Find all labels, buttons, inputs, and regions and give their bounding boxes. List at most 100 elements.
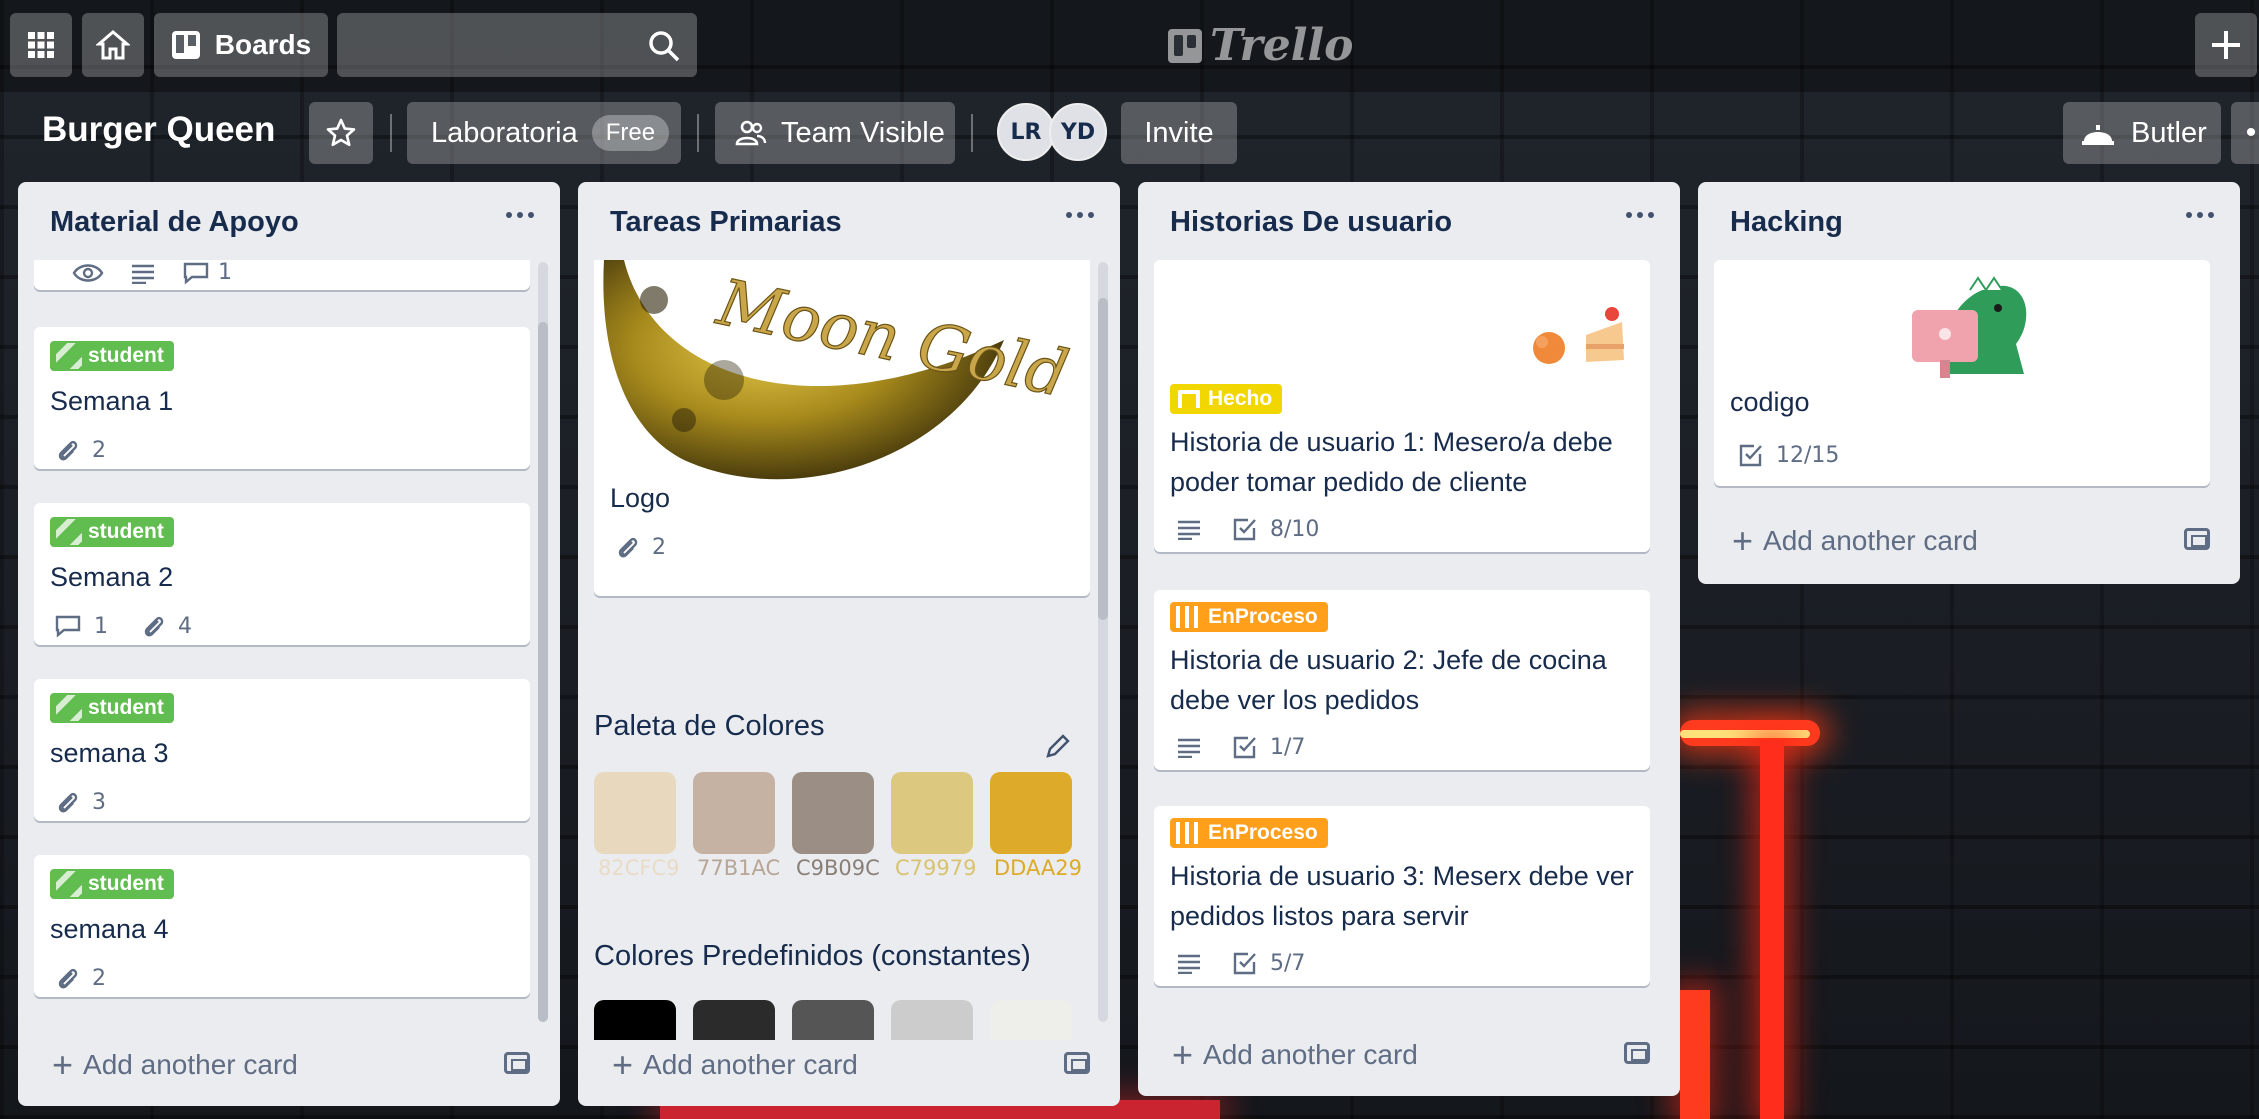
description-icon: [132, 264, 154, 284]
color-swatch-label: C9B09C: [796, 856, 880, 880]
color-swatch: [891, 772, 973, 854]
list-title[interactable]: Hacking: [1730, 206, 1843, 239]
attachment-count: 2: [92, 965, 106, 991]
plan-badge: Free: [591, 115, 670, 151]
divider: [971, 114, 973, 152]
list-item[interactable]: codigo 12/15: [1714, 260, 2210, 486]
dinosaur-sticker-image: [1912, 276, 2027, 378]
attachment-icon: [144, 616, 164, 637]
neon-light-core: [1680, 730, 1810, 738]
comment-count: 1: [218, 260, 232, 285]
attachment-icon: [58, 440, 78, 461]
list-item[interactable]: EnProceso Historia de usuario 2: Jefe de…: [1154, 590, 1650, 770]
home-button[interactable]: [82, 13, 144, 77]
grid-icon: [28, 32, 54, 58]
visibility-button[interactable]: Team Visible: [715, 102, 955, 164]
description-icon: [1178, 738, 1200, 758]
edit-pencil-icon[interactable]: [1044, 732, 1072, 760]
moon-gold-cover-image: Moon Gold: [603, 260, 1075, 480]
show-menu-button[interactable]: •: [2231, 102, 2259, 164]
create-button[interactable]: [2195, 13, 2257, 77]
list-item[interactable]: student Semana 2 1 4: [34, 503, 530, 645]
neon-light: [1760, 740, 1784, 1119]
checklist-count: 1/7: [1270, 734, 1306, 760]
invite-button[interactable]: Invite: [1121, 102, 1237, 164]
avatar[interactable]: LR: [997, 103, 1055, 161]
comment-icon: [55, 615, 81, 638]
checklist-icon: [1233, 518, 1256, 541]
list-title[interactable]: Historias De usuario: [1170, 206, 1452, 239]
color-swatch: [693, 772, 775, 854]
list-historias-de-usuario: Historias De usuario Hecho Historia de u…: [1138, 182, 1680, 1096]
card-template-icon[interactable]: [504, 1052, 530, 1074]
neon-light: [1680, 990, 1710, 1119]
palette-title: Paleta de Colores: [594, 710, 825, 742]
add-card-button[interactable]: + Add another card: [52, 1044, 298, 1086]
visibility-label: Team Visible: [781, 116, 945, 149]
apps-button[interactable]: [10, 13, 72, 77]
list-menu-icon[interactable]: [1066, 212, 1094, 218]
description-icon: [1178, 520, 1200, 540]
attachment-icon: [58, 792, 78, 813]
divider: [390, 114, 392, 152]
boards-button[interactable]: Boards: [154, 13, 328, 77]
plus-icon: [2212, 31, 2240, 59]
butler-label: Butler: [2131, 116, 2207, 149]
butler-button[interactable]: Butler: [2063, 102, 2221, 164]
avatar[interactable]: YD: [1049, 103, 1107, 161]
more-icon: •: [2245, 116, 2257, 149]
card-label: student: [50, 517, 174, 547]
checklist-count: 12/15: [1776, 442, 1840, 468]
search-icon: [649, 31, 680, 62]
list-item[interactable]: Moon Gold Logo 2: [594, 260, 1090, 596]
add-card-button[interactable]: + Add another card: [612, 1044, 858, 1086]
attachment-count: 4: [178, 613, 192, 639]
home-icon: [96, 30, 130, 60]
color-swatch: [792, 772, 874, 854]
color-swatch-label: C79979: [895, 856, 977, 880]
list-item[interactable]: student Semana 1 2: [34, 327, 530, 469]
list-material-de-apoyo: Material de Apoyo 1 student Semana 1 2 s…: [18, 182, 560, 1106]
add-card-label: Add another card: [643, 1049, 858, 1080]
watch-eye-icon: [72, 263, 104, 282]
search-input[interactable]: [337, 13, 697, 77]
team-icon: [735, 120, 767, 146]
card-label: EnProceso: [1170, 602, 1328, 632]
list-item[interactable]: student semana 3 3: [34, 679, 530, 821]
card-label: EnProceso: [1170, 818, 1328, 848]
predefined-color-swatch: [693, 1000, 775, 1040]
board-icon: [171, 31, 200, 59]
list-menu-icon[interactable]: [506, 212, 534, 218]
card-label: Hecho: [1170, 384, 1283, 414]
list-item[interactable]: student semana 4 2: [34, 855, 530, 997]
card-template-icon[interactable]: [1624, 1042, 1650, 1064]
predefined-colors-title: Colores Predefinidos (constantes): [594, 940, 1031, 972]
card-title: Historia de usuario 1: Mesero/a debe pod…: [1170, 427, 1613, 497]
card-title: Semana 1: [50, 386, 174, 416]
star-button[interactable]: [309, 102, 373, 164]
list-title[interactable]: Material de Apoyo: [50, 206, 299, 239]
attachment-icon: [618, 537, 638, 558]
add-card-button[interactable]: + Add another card: [1732, 520, 1978, 562]
trello-logo[interactable]: Trello: [1168, 20, 1354, 71]
attachment-count: 2: [92, 437, 106, 463]
card-template-icon[interactable]: [2184, 528, 2210, 550]
card-template-icon[interactable]: [1064, 1052, 1090, 1074]
list-menu-icon[interactable]: [2186, 212, 2214, 218]
attachment-count: 3: [92, 789, 106, 815]
list-scrollbar-thumb[interactable]: [1098, 298, 1108, 620]
comment-count: 1: [94, 613, 108, 639]
list-scrollbar-thumb[interactable]: [538, 322, 548, 1022]
workspace-button[interactable]: Laboratoria Free: [407, 102, 681, 164]
list-item[interactable]: EnProceso Historia de usuario 3: Meserx …: [1154, 806, 1650, 986]
list-item[interactable]: 1: [34, 260, 530, 290]
color-swatch-label: DDAA29: [994, 856, 1083, 880]
list-title[interactable]: Tareas Primarias: [610, 206, 842, 239]
add-card-button[interactable]: + Add another card: [1172, 1034, 1418, 1076]
trello-icon: [1168, 28, 1202, 63]
board-title[interactable]: Burger Queen: [42, 110, 275, 150]
list-item[interactable]: Hecho Historia de usuario 1: Mesero/a de…: [1154, 260, 1650, 552]
comment-icon: [183, 262, 209, 285]
card-title: Semana 2: [50, 562, 174, 592]
list-menu-icon[interactable]: [1626, 212, 1654, 218]
